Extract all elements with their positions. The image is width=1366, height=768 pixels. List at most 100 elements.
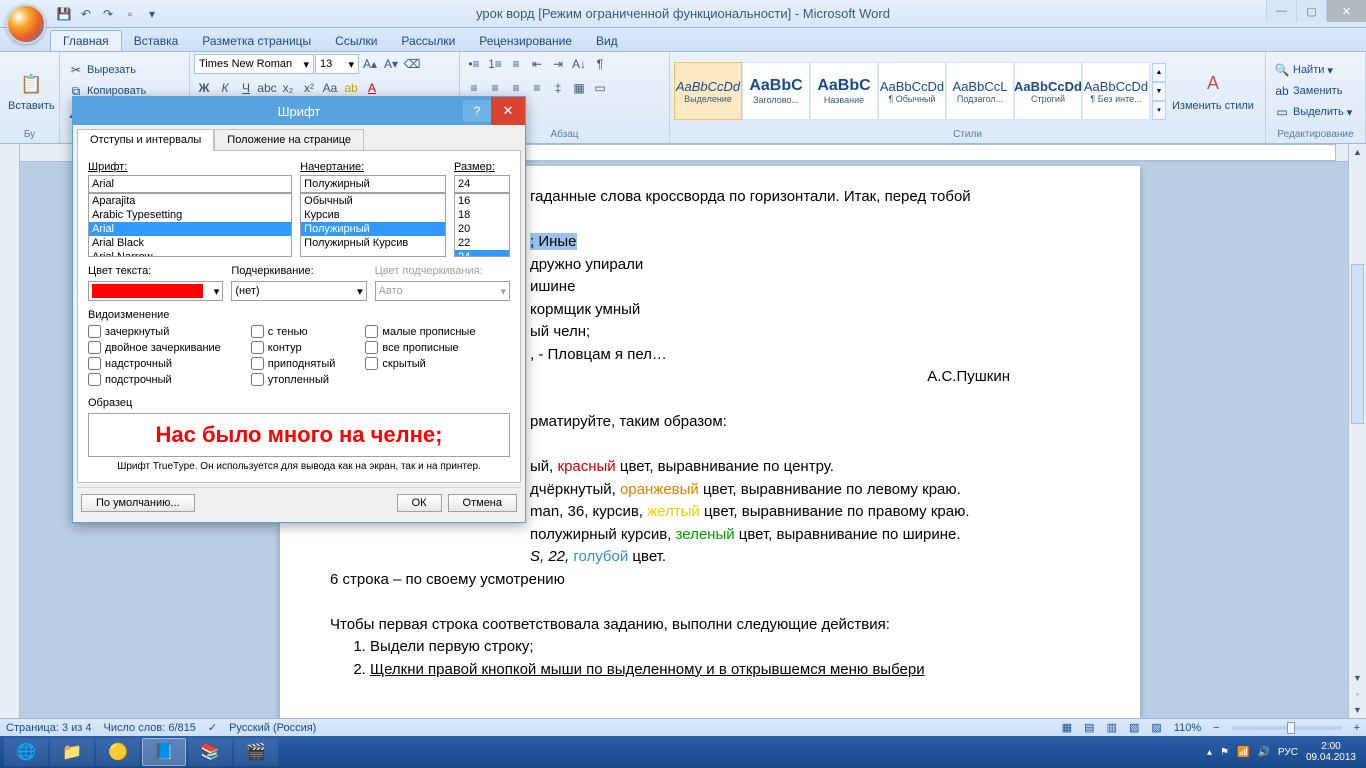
view-print-icon[interactable]: ▦	[1062, 721, 1072, 734]
style-scrollbar[interactable]: ▲▼▾	[1152, 63, 1166, 120]
grow-font-icon[interactable]: A▴	[360, 54, 380, 74]
dialog-help-button[interactable]: ?	[463, 100, 491, 122]
media-icon[interactable]: 🎬	[234, 738, 278, 766]
close-button[interactable]: ✕	[1326, 0, 1366, 22]
maximize-button[interactable]: ▢	[1296, 0, 1326, 22]
size-listbox[interactable]: 16 18 20 22 24	[454, 193, 510, 257]
dialog-close-button[interactable]: ✕	[491, 97, 525, 125]
ok-button[interactable]: ОК	[397, 494, 442, 512]
dialog-title-bar[interactable]: Шрифт ? ✕	[73, 97, 525, 125]
bold-button[interactable]: Ж	[194, 78, 214, 98]
style-item[interactable]: AaBbCcDdВыделение	[674, 62, 742, 120]
indent-button[interactable]: ⇥	[548, 54, 568, 74]
bullets-button[interactable]: •≡	[464, 54, 484, 74]
flag-icon[interactable]: ⚑	[1220, 747, 1229, 758]
multilevel-button[interactable]: ≡	[506, 54, 526, 74]
undo-icon[interactable]: ↶	[76, 4, 96, 24]
check-allcaps[interactable]: все прописные	[365, 341, 475, 354]
tab-insert[interactable]: Вставка	[122, 31, 191, 51]
zoom-slider[interactable]	[1232, 726, 1342, 730]
tab-references[interactable]: Ссылки	[323, 31, 389, 51]
font-size-input[interactable]	[454, 175, 510, 193]
underline-button[interactable]: Ч	[236, 78, 256, 98]
outdent-button[interactable]: ⇤	[527, 54, 547, 74]
new-doc-icon[interactable]: ▫	[120, 4, 140, 24]
zoom-out-button[interactable]: −	[1213, 722, 1219, 734]
sort-button[interactable]: A↓	[569, 54, 589, 74]
font-style-input[interactable]	[300, 175, 446, 193]
view-web-icon[interactable]: ▥	[1107, 721, 1117, 734]
zoom-value[interactable]: 110%	[1174, 722, 1201, 734]
style-item[interactable]: AaBbCcLПодзагол...	[946, 62, 1014, 120]
borders-button[interactable]: ▭	[590, 78, 610, 98]
highlight-button[interactable]: ab	[341, 78, 361, 98]
check-emboss[interactable]: приподнятый	[251, 357, 336, 370]
check-engrave[interactable]: утопленный	[251, 373, 336, 386]
tab-review[interactable]: Рецензирование	[467, 31, 584, 51]
justify-button[interactable]: ≡	[527, 78, 547, 98]
align-right-button[interactable]: ≡	[506, 78, 526, 98]
subscript-button[interactable]: x₂	[278, 78, 298, 98]
font-name-combo[interactable]: Times New Roman▾	[194, 54, 314, 74]
check-hidden[interactable]: скрытый	[365, 357, 475, 370]
page-status[interactable]: Страница: 3 из 4	[6, 722, 92, 734]
check-superscript[interactable]: надстрочный	[88, 357, 221, 370]
tab-mailings[interactable]: Рассылки	[389, 31, 467, 51]
find-button[interactable]: 🔍Найти▾	[1270, 60, 1356, 80]
style-item[interactable]: AaBbCcDdСтрогий	[1014, 62, 1082, 120]
qat-dropdown-icon[interactable]: ▾	[142, 4, 162, 24]
volume-icon[interactable]: 🔊	[1257, 747, 1269, 758]
network-icon[interactable]: 📶	[1237, 747, 1249, 758]
zoom-in-button[interactable]: +	[1354, 722, 1360, 734]
shading-button[interactable]: ▦	[569, 78, 589, 98]
view-outline-icon[interactable]: ▧	[1129, 721, 1139, 734]
default-button[interactable]: По умолчанию...	[81, 494, 195, 512]
explorer-icon[interactable]: 📁	[50, 738, 94, 766]
line-spacing-button[interactable]: ‡	[548, 78, 568, 98]
underline-combo[interactable]: (нет)▾	[231, 281, 366, 301]
tray-clock[interactable]: 2:00 09.04.2013	[1306, 741, 1356, 763]
word-count[interactable]: Число слов: 6/815	[104, 722, 196, 734]
font-color-button[interactable]: A	[362, 78, 382, 98]
paste-button[interactable]: 📋 Вставить	[4, 68, 59, 114]
check-subscript[interactable]: подстрочный	[88, 373, 221, 386]
strike-button[interactable]: abc	[257, 78, 277, 98]
tray-language[interactable]: РУС	[1278, 747, 1298, 758]
ie-icon[interactable]: 🌐	[4, 738, 48, 766]
numbering-button[interactable]: 1≡	[485, 54, 505, 74]
view-read-icon[interactable]: ▤	[1084, 721, 1094, 734]
style-item[interactable]: AaBbCcDd¶ Обычный	[878, 62, 946, 120]
case-button[interactable]: Aa	[320, 78, 340, 98]
select-button[interactable]: ▭Выделить▾	[1270, 102, 1356, 122]
check-strikethrough[interactable]: зачеркнутый	[88, 325, 221, 338]
tab-layout[interactable]: Разметка страницы	[190, 31, 323, 51]
superscript-button[interactable]: x²	[299, 78, 319, 98]
change-styles-button[interactable]: A Изменить стили	[1168, 68, 1258, 114]
show-marks-button[interactable]: ¶	[590, 54, 610, 74]
office-button[interactable]	[6, 4, 46, 44]
language-status[interactable]: Русский (Россия)	[229, 722, 316, 734]
check-double-strike[interactable]: двойное зачеркивание	[88, 341, 221, 354]
tab-view[interactable]: Вид	[584, 31, 630, 51]
style-item[interactable]: AaBbCcDd¶ Без инте...	[1082, 62, 1150, 120]
check-smallcaps[interactable]: малые прописные	[365, 325, 475, 338]
align-left-button[interactable]: ≡	[464, 78, 484, 98]
replace-button[interactable]: abЗаменить	[1270, 81, 1356, 101]
check-shadow[interactable]: с тенью	[251, 325, 336, 338]
cancel-button[interactable]: Отмена	[448, 494, 517, 512]
clear-format-icon[interactable]: ⌫	[402, 54, 422, 74]
font-color-combo[interactable]: ▾	[88, 281, 223, 301]
font-name-input[interactable]	[88, 175, 292, 193]
font-listbox[interactable]: Aparajita Arabic Typesetting Arial Arial…	[88, 193, 292, 257]
tray-up-icon[interactable]: ▴	[1207, 747, 1212, 758]
view-draft-icon[interactable]: ▨	[1151, 721, 1161, 734]
vertical-scrollbar[interactable]: ▲ ▼ ◦ ▼	[1348, 144, 1366, 718]
shrink-font-icon[interactable]: A▾	[381, 54, 401, 74]
style-listbox[interactable]: Обычный Курсив Полужирный Полужирный Кур…	[300, 193, 446, 257]
scrollbar-thumb[interactable]	[1351, 264, 1364, 424]
redo-icon[interactable]: ↷	[98, 4, 118, 24]
winrar-icon[interactable]: 📚	[188, 738, 232, 766]
align-center-button[interactable]: ≡	[485, 78, 505, 98]
italic-button[interactable]: К	[215, 78, 235, 98]
chrome-icon[interactable]: 🟡	[96, 738, 140, 766]
